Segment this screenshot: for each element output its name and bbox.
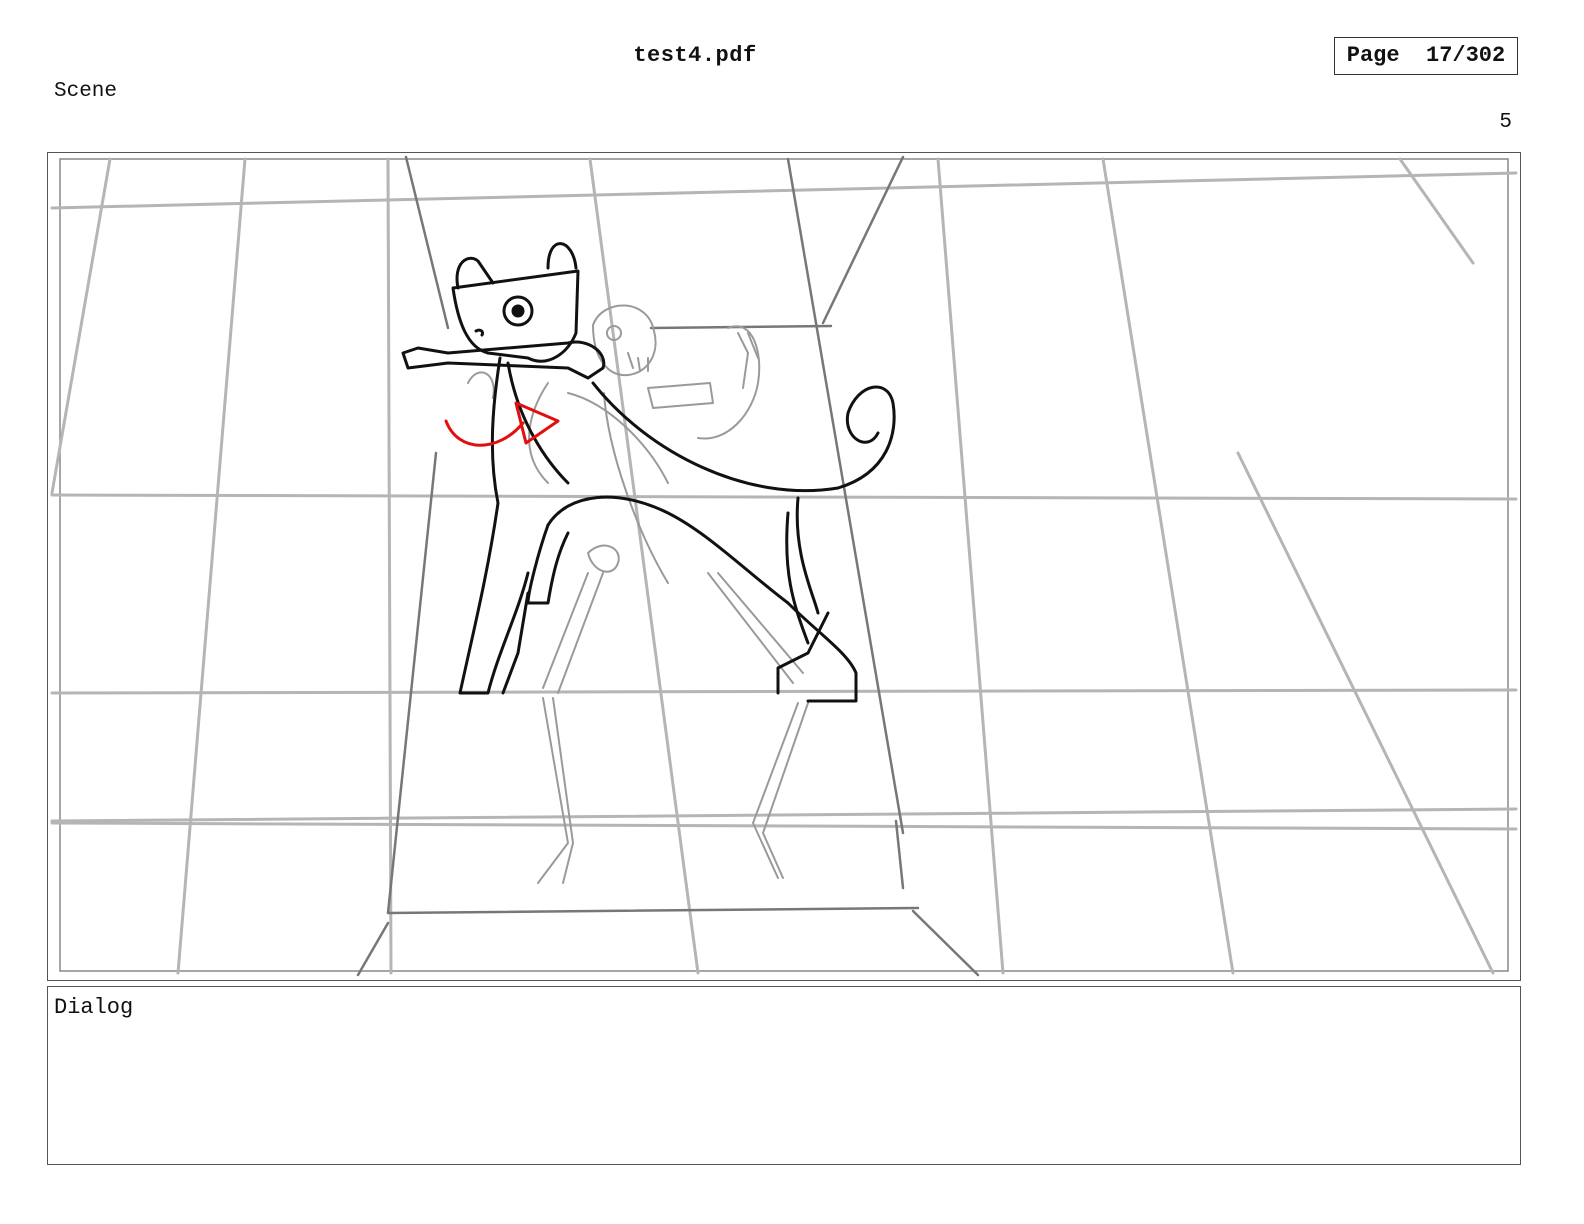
dog-nose — [474, 328, 484, 337]
scene-number: 5 — [1499, 111, 1512, 134]
dialog-label: Dialog — [54, 995, 134, 1020]
dog-figure — [401, 242, 896, 703]
leg-bone — [537, 697, 569, 884]
grid-line — [50, 807, 1518, 823]
hand-bones — [467, 371, 495, 399]
grid-line — [936, 157, 1005, 975]
grid-line — [176, 157, 247, 975]
skeleton-figure — [467, 304, 809, 884]
arrow-curve — [444, 419, 525, 447]
leg-bone — [762, 702, 809, 879]
dog-tail — [836, 385, 896, 490]
grid-line — [50, 171, 1518, 210]
dog-pupil — [511, 304, 525, 318]
scene-label: Scene — [54, 80, 118, 103]
plane-edge — [911, 909, 980, 977]
dog-front-leg — [526, 523, 570, 605]
grid-line — [50, 821, 1518, 831]
page-indicator: Page 17/302 — [1334, 37, 1518, 75]
page-counter: 17/302 — [1426, 43, 1506, 68]
storyboard-sketch — [50, 155, 1518, 977]
dialog-box[interactable]: Dialog — [47, 986, 1521, 1165]
grid-line — [1236, 451, 1495, 975]
floor-grid — [50, 157, 1518, 975]
pelvis — [587, 544, 620, 573]
motion-arrow — [444, 401, 560, 447]
plane-edge — [821, 155, 905, 325]
leg-bone — [752, 702, 799, 879]
grid-line — [588, 157, 700, 975]
bone-in-mouth — [401, 340, 606, 380]
grid-line — [386, 157, 393, 975]
document-title: test4.pdf — [633, 43, 757, 68]
inner-frame — [59, 158, 1509, 972]
page-label: Page — [1346, 43, 1400, 68]
plane-edge — [386, 906, 920, 915]
plane-edge — [356, 921, 390, 977]
dog-belly — [546, 495, 790, 605]
arrow-head — [514, 401, 560, 445]
perspective-plane — [356, 155, 980, 977]
storyboard-panel — [47, 152, 1521, 981]
dog-chest — [506, 361, 570, 485]
plane-edge — [386, 451, 438, 915]
grid-line — [50, 688, 1518, 695]
plane-edge — [404, 155, 450, 330]
spine — [603, 392, 669, 584]
grid-line — [50, 493, 1518, 501]
leg-bone — [552, 697, 574, 884]
arm-bone — [647, 382, 714, 409]
dog-ear — [546, 242, 578, 270]
grid-line — [1101, 157, 1235, 975]
dog-back-leg — [795, 496, 820, 615]
